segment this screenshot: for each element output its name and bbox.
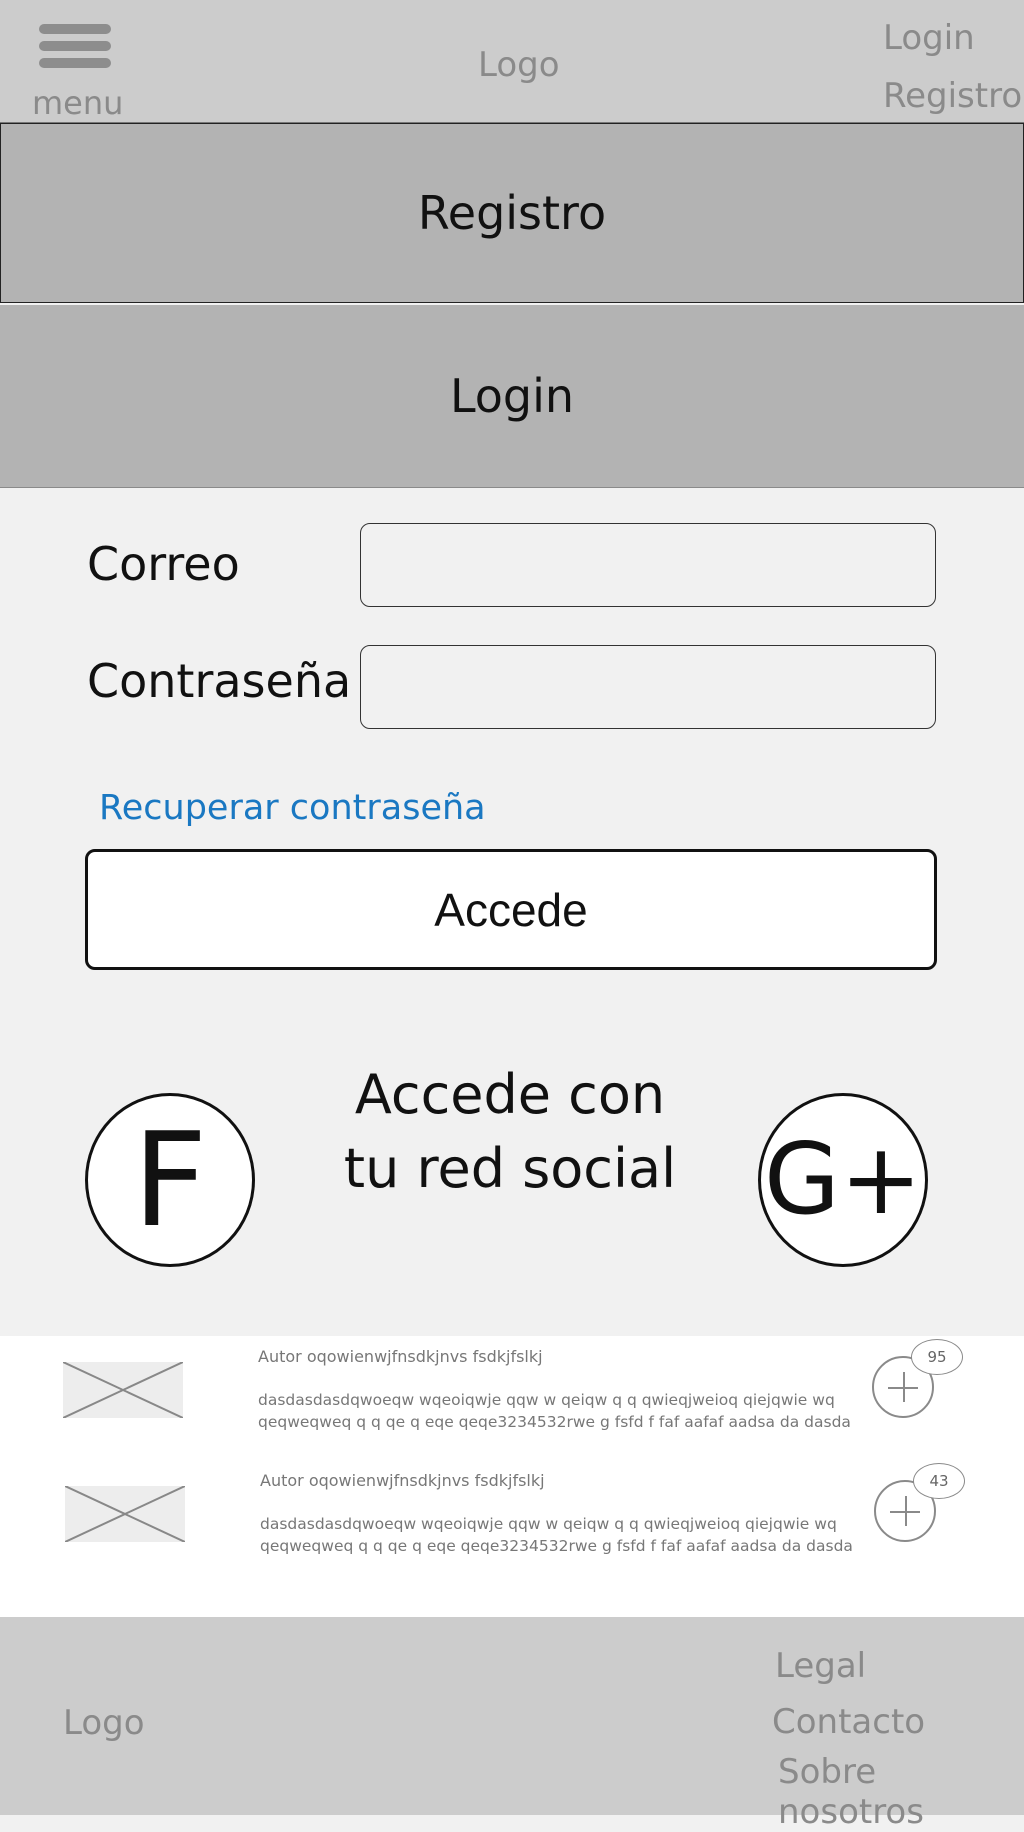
content-list: Autor oqowienwjfnsdkjnvs fsdkjfslkj dasd… (0, 1336, 1024, 1617)
image-placeholder-icon (63, 1362, 183, 1418)
header-login-link[interactable]: Login (883, 18, 975, 58)
item-text-line: dasdasdasdqwoeqw wqeoiqwje qqw w qeiqw q… (258, 1391, 835, 1409)
list-item: Autor oqowienwjfnsdkjnvs fsdkjfslkj dasd… (0, 1460, 1024, 1580)
footer-sobre-nosotros-link[interactable]: Sobre nosotros (778, 1752, 1024, 1832)
item-text-line: qeqweqweq q q qe q eqe qeqe3234532rwe g … (258, 1413, 851, 1431)
item-author: Autor oqowienwjfnsdkjnvs fsdkjfslkj (258, 1347, 543, 1366)
image-placeholder-icon (65, 1486, 185, 1542)
email-label: Correo (87, 537, 240, 591)
count-badge: 95 (911, 1339, 963, 1375)
item-text-line: dasdasdasdqwoeqw wqeoiqwje qqw w qeiqw q… (260, 1515, 837, 1533)
google-plus-icon: G+ (763, 1123, 923, 1237)
tab-registro[interactable]: Registro (0, 123, 1024, 303)
header-logo[interactable]: Logo (478, 45, 560, 85)
hamburger-icon-bar (39, 41, 111, 51)
facebook-login-button[interactable]: F (85, 1093, 255, 1267)
header-registro-link[interactable]: Registro (883, 76, 1022, 116)
list-item: Autor oqowienwjfnsdkjnvs fsdkjfslkj dasd… (0, 1336, 1024, 1456)
footer-logo[interactable]: Logo (63, 1703, 145, 1743)
recover-password-link[interactable]: Recuperar contraseña (99, 788, 486, 828)
submit-button[interactable]: Accede (85, 849, 937, 970)
menu-label: menu (32, 84, 124, 122)
item-text-line: qeqweqweq q q qe q eqe qeqe3234532rwe g … (260, 1537, 853, 1555)
email-field[interactable] (360, 523, 936, 607)
password-field[interactable] (360, 645, 936, 729)
footer-contacto-link[interactable]: Contacto (772, 1702, 925, 1742)
facebook-icon: F (132, 1104, 208, 1256)
count-badge: 43 (913, 1463, 965, 1499)
footer-legal-link[interactable]: Legal (775, 1646, 866, 1686)
hamburger-icon (39, 24, 111, 34)
social-login-title: Accede con tu red social (340, 1058, 680, 1206)
item-author: Autor oqowienwjfnsdkjnvs fsdkjfslkj (260, 1471, 545, 1490)
menu-button[interactable]: menu (32, 22, 123, 122)
hamburger-icon-bar (39, 58, 111, 68)
google-plus-login-button[interactable]: G+ (758, 1093, 928, 1267)
tab-login[interactable]: Login (0, 305, 1024, 488)
item-text: dasdasdasdqwoeqw wqeoiqwje qqw w qeiqw q… (260, 1513, 860, 1557)
social-title-line1: Accede con (354, 1063, 666, 1126)
password-label: Contraseña (87, 654, 352, 708)
social-title-line2: tu red social (343, 1137, 677, 1200)
item-text: dasdasdasdqwoeqw wqeoiqwje qqw w qeiqw q… (258, 1389, 858, 1433)
